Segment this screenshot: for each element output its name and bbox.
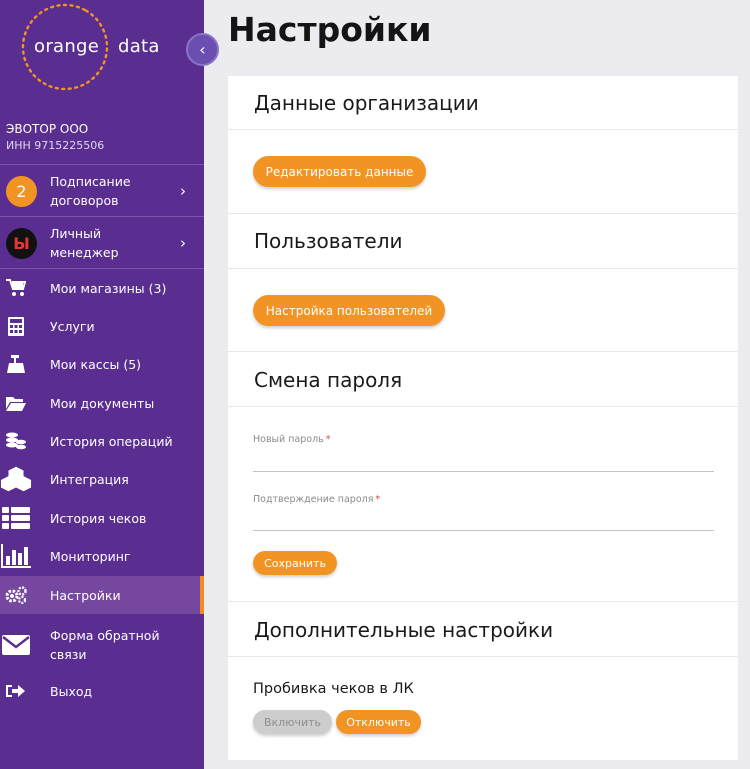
receipt-punching-label: Пробивка чеков в ЛК bbox=[253, 681, 414, 697]
enable-button[interactable]: Включить bbox=[253, 710, 332, 734]
envelope-icon bbox=[0, 616, 50, 674]
sidebar-item-services[interactable]: Услуги bbox=[0, 307, 204, 345]
sidebar-item-shops[interactable]: Мои магазины (3) bbox=[0, 269, 204, 307]
bar-chart-icon bbox=[0, 537, 50, 575]
sidebar-item-label: Подписание договоров bbox=[50, 174, 131, 208]
sidebar-item-operations-history[interactable]: История операций bbox=[0, 422, 204, 460]
manager-avatar-icon: Ы bbox=[6, 227, 37, 259]
divider bbox=[228, 406, 738, 407]
page-title: Настройки bbox=[228, 10, 432, 49]
list-icon bbox=[0, 499, 50, 537]
new-password-input[interactable] bbox=[253, 450, 714, 472]
divider bbox=[0, 216, 204, 217]
sidebar-item-cash-registers[interactable]: Мои кассы (5) bbox=[0, 345, 204, 383]
logo[interactable]: orange data bbox=[0, 0, 204, 105]
sidebar-item-integration[interactable]: Интеграция bbox=[0, 460, 204, 498]
divider bbox=[228, 601, 738, 602]
sidebar-item-label: Мониторинг bbox=[50, 548, 131, 564]
sidebar-item-label: Личный менеджер bbox=[50, 226, 119, 260]
section-title-password: Смена пароля bbox=[254, 368, 403, 392]
section-title-organization: Данные организации bbox=[254, 91, 479, 115]
sidebar-item-logout[interactable]: Выход bbox=[0, 672, 204, 710]
edit-data-button[interactable]: Редактировать данные bbox=[253, 156, 426, 187]
sidebar-item-label: История операций bbox=[50, 433, 173, 449]
badge-count: 2 bbox=[6, 175, 37, 207]
save-password-button[interactable]: Сохранить bbox=[253, 551, 337, 575]
divider bbox=[0, 164, 204, 165]
section-title-users: Пользователи bbox=[254, 229, 403, 253]
settings-card: Данные организации Редактировать данные … bbox=[228, 76, 738, 760]
sidebar-item-monitoring[interactable]: Мониторинг bbox=[0, 537, 204, 575]
divider bbox=[228, 129, 738, 130]
sidebar-item-label: Выход bbox=[50, 683, 93, 699]
sidebar-item-documents[interactable]: Мои документы bbox=[0, 384, 204, 422]
logo-ring-icon bbox=[21, 3, 109, 91]
folder-open-icon bbox=[0, 384, 50, 422]
gears-icon bbox=[0, 576, 50, 614]
organization-name: ЭВОТОР ООО bbox=[6, 122, 89, 136]
required-mark: * bbox=[375, 494, 381, 505]
section-title-extra-settings: Дополнительные настройки bbox=[254, 618, 554, 642]
sidebar-item-label: Мои магазины (3) bbox=[50, 280, 167, 296]
logo-word-orange: orange bbox=[34, 36, 100, 57]
disable-button[interactable]: Отключить bbox=[336, 710, 421, 734]
sidebar-item-feedback[interactable]: Форма обратной связи bbox=[0, 616, 204, 674]
sidebar-item-settings[interactable]: Настройки bbox=[0, 576, 204, 614]
new-password-label: Новый пароль * bbox=[253, 434, 331, 445]
calculator-icon bbox=[0, 307, 50, 345]
sidebar-item-label: Форма обратной связи bbox=[50, 628, 160, 662]
sidebar-item-contract-signing[interactable]: 2 Подписание договоров › bbox=[0, 166, 204, 216]
new-password-label-text: Новый пароль bbox=[253, 434, 324, 445]
sidebar-item-label: История чеков bbox=[50, 510, 147, 526]
chevron-right-icon: › bbox=[180, 234, 186, 252]
divider bbox=[228, 213, 738, 214]
cart-icon bbox=[0, 269, 50, 307]
chevron-right-icon: › bbox=[180, 182, 186, 200]
divider bbox=[228, 268, 738, 269]
cubes-icon bbox=[0, 460, 50, 498]
logo-word-data: data bbox=[118, 36, 160, 57]
organization-inn: ИНН 9715225506 bbox=[6, 139, 105, 152]
confirm-password-label-text: Подтверждение пароля bbox=[253, 494, 374, 505]
sidebar-item-personal-manager[interactable]: Ы Личный менеджер › bbox=[0, 218, 204, 268]
chevron-left-icon: ‹ bbox=[199, 40, 206, 59]
collapse-sidebar-button[interactable]: ‹ bbox=[186, 33, 219, 66]
sidebar-item-label: Услуги bbox=[50, 318, 95, 334]
confirm-password-label: Подтверждение пароля * bbox=[253, 494, 380, 505]
required-mark: * bbox=[325, 434, 331, 445]
sidebar-item-label: Интеграция bbox=[50, 471, 129, 487]
sidebar-item-label: Настройки bbox=[50, 587, 121, 603]
cash-register-icon bbox=[0, 345, 50, 383]
confirm-password-input[interactable] bbox=[253, 509, 714, 531]
sidebar-item-receipts-history[interactable]: История чеков bbox=[0, 499, 204, 537]
sidebar-item-label: Мои документы bbox=[50, 395, 155, 411]
divider bbox=[228, 656, 738, 657]
sidebar-item-label: Мои кассы (5) bbox=[50, 356, 142, 372]
sign-out-icon bbox=[0, 672, 50, 710]
organization-info: ЭВОТОР ООО ИНН 9715225506 bbox=[6, 122, 104, 152]
sidebar: orange data ЭВОТОР ООО ИНН 9715225506 2 … bbox=[0, 0, 204, 769]
coins-icon bbox=[0, 422, 50, 460]
divider bbox=[228, 351, 738, 352]
user-settings-button[interactable]: Настройка пользователей bbox=[253, 295, 445, 326]
